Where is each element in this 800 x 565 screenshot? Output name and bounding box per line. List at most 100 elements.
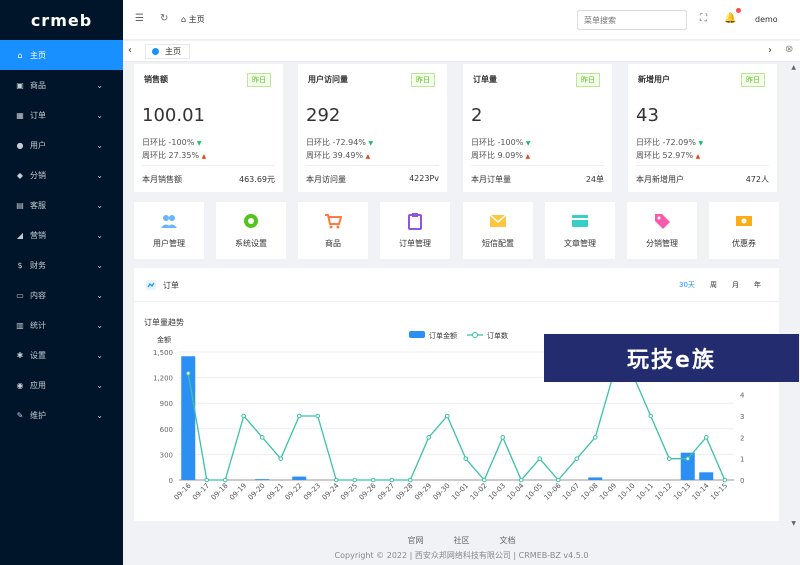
sidebar-item-label: 内容: [30, 290, 46, 300]
series-line: [187, 372, 726, 482]
sidebar-item[interactable]: ▦ 订单 ⌄: [0, 100, 123, 130]
line-point: [185, 371, 191, 376]
line-point: [333, 477, 339, 483]
menu-toggle-icon[interactable]: ☰: [135, 13, 144, 24]
bell-icon[interactable]: 🔔: [724, 13, 736, 24]
footer-link-community[interactable]: 社区: [454, 535, 470, 546]
line-point: [703, 435, 709, 440]
x-tick-label: 09-29: [413, 482, 433, 502]
divider: [471, 165, 604, 166]
sidebar-item[interactable]: ● 用户 ⌄: [0, 130, 123, 160]
sidebar-item[interactable]: ▭ 内容 ⌄: [0, 280, 123, 310]
footer-link-docs[interactable]: 文档: [500, 535, 516, 546]
sidebar-item[interactable]: ▤ 客服 ⌄: [0, 190, 123, 220]
stat-value: 2: [471, 105, 483, 126]
stat-foot-value: 463.69元: [239, 175, 275, 184]
quick-nav-item[interactable]: 优惠券: [709, 202, 779, 259]
sidebar-item[interactable]: ◉ 应用 ⌄: [0, 370, 123, 400]
period-badge: 昨日: [741, 73, 765, 87]
refresh-icon[interactable]: ↻: [160, 13, 168, 24]
scroll-down-icon[interactable]: ▼: [791, 520, 796, 527]
line-point: [666, 456, 672, 461]
tab-scroll-right-icon[interactable]: ›: [768, 45, 772, 56]
stat-value: 100.01: [142, 105, 205, 126]
sidebar-item[interactable]: ◢ 营销 ⌄: [0, 220, 123, 250]
menu-search-input[interactable]: [577, 10, 687, 30]
legend-bar-swatch: [409, 331, 425, 338]
divider: [142, 165, 275, 166]
quick-nav-item[interactable]: 商品: [298, 202, 368, 259]
sidebar-item[interactable]: ◆ 分销 ⌄: [0, 160, 123, 190]
y-tick-label: 0: [169, 477, 173, 485]
quick-nav-item[interactable]: 分销管理: [627, 202, 697, 259]
week-compare-label: 周环比: [636, 151, 660, 160]
stat-title: 用户访问量: [308, 75, 348, 84]
quick-nav-item[interactable]: 系统设置: [216, 202, 286, 259]
chevron-down-icon: ⌄: [96, 260, 103, 270]
x-tick-label: 09-21: [265, 482, 285, 502]
y2-tick-label: 3: [740, 413, 744, 421]
stat-card: 订单量 昨日 2 日环比 -100% ▼ 周环比 9.09% ▲ 本月订单量 24单: [463, 64, 612, 192]
bar: [699, 472, 714, 480]
mail-icon: [489, 214, 507, 227]
clipboard-icon: [408, 213, 422, 230]
breadcrumb-label: 主页: [188, 15, 205, 24]
tab-scroll-left-icon[interactable]: ‹: [128, 45, 132, 56]
chevron-down-icon: ⌄: [96, 170, 103, 180]
line-point: [278, 456, 284, 461]
period-badge: 昨日: [411, 73, 435, 87]
day-compare: 日环比 -72.09% ▼: [636, 137, 703, 148]
chevron-down-icon: ⌄: [96, 200, 103, 210]
content-icon: ▭: [16, 290, 24, 300]
day-compare: 日环比 -100% ▼: [471, 137, 530, 148]
sidebar-item[interactable]: $ 财务 ⌄: [0, 250, 123, 280]
week-compare: 周环比 27.35% ▲: [142, 150, 206, 161]
trend-down-icon: ▼: [196, 140, 202, 147]
line-point: [555, 477, 561, 483]
line-point: [500, 435, 506, 440]
fullscreen-icon[interactable]: ⛶: [700, 13, 707, 24]
distribution-icon: ◆: [16, 170, 24, 180]
quick-nav-item[interactable]: 文章管理: [545, 202, 615, 259]
quick-nav-item[interactable]: 短信配置: [463, 202, 533, 259]
footer-link-official[interactable]: 官网: [408, 535, 424, 546]
chevron-down-icon: ⌄: [96, 80, 103, 90]
y-tick-label: 300: [160, 451, 173, 459]
quick-nav-label: 短信配置: [482, 239, 514, 248]
settings-icon: ✱: [16, 350, 24, 360]
ticket-icon: [736, 216, 752, 226]
x-tick-label: 09-22: [284, 482, 304, 502]
logo[interactable]: crmeb: [0, 0, 123, 40]
week-compare: 周环比 9.09% ▲: [471, 150, 530, 161]
sidebar-item[interactable]: ▥ 统计 ⌄: [0, 310, 123, 340]
sidebar-item[interactable]: ▣ 商品 ⌄: [0, 70, 123, 100]
sidebar-item-label: 商品: [30, 80, 46, 90]
legend-label: 订单数: [487, 331, 508, 340]
line-point: [444, 413, 450, 419]
week-compare-label: 周环比: [306, 151, 330, 160]
order-panel: 订单 30天 周 月 年 订单量趋势 0 300 600 900 1,200 1,500 0…: [134, 268, 779, 521]
x-tick-label: 10-01: [450, 482, 470, 502]
user-menu[interactable]: demo: [755, 15, 778, 24]
scroll-up-icon[interactable]: ▲: [791, 64, 796, 71]
quick-nav-item[interactable]: 订单管理: [380, 202, 450, 259]
close-tabs-icon[interactable]: ⊗: [785, 44, 793, 55]
line-point: [592, 435, 598, 440]
sidebar-item[interactable]: ✱ 设置 ⌄: [0, 340, 123, 370]
x-tick-label: 09-27: [376, 482, 396, 502]
sidebar-item-label: 分销: [30, 170, 46, 180]
quick-nav-item[interactable]: 用户管理: [134, 202, 204, 259]
tab-home[interactable]: 主页: [145, 44, 190, 59]
day-compare-label: 日环比: [636, 138, 660, 147]
line-point: [259, 435, 265, 440]
day-compare: 日环比 -100% ▼: [142, 137, 201, 148]
line-point: [315, 413, 321, 419]
quick-nav-label: 用户管理: [153, 239, 185, 248]
line-point: [296, 413, 302, 419]
sidebar-item[interactable]: ⌂ 主页: [0, 40, 123, 70]
x-tick-label: 10-05: [524, 482, 544, 502]
x-tick-label: 10-06: [543, 481, 563, 501]
sidebar-item[interactable]: ✎ 维护 ⌄: [0, 400, 123, 430]
sidebar-item-label: 营销: [30, 230, 46, 240]
stat-foot-label: 本月销售额: [142, 175, 182, 184]
